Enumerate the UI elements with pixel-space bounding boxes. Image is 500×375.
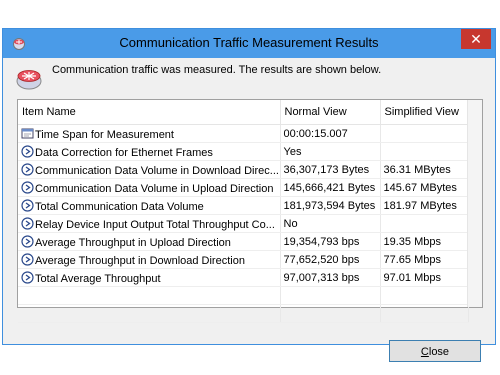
- cell-item-name: Total Average Throughput: [18, 268, 281, 287]
- info-arrow-icon: [21, 252, 34, 266]
- empty-cell: [280, 286, 381, 305]
- cell-normal-view: 00:00:15.007: [280, 124, 381, 143]
- cell-item-name: Communication Data Volume in Download Di…: [18, 160, 281, 179]
- item-name-label: Average Throughput in Upload Direction: [35, 236, 231, 249]
- cell-normal-view: No: [280, 214, 381, 233]
- empty-cell: [18, 286, 281, 305]
- table-row[interactable]: Relay Device Input Output Total Throughp…: [18, 214, 469, 233]
- info-arrow-icon: [21, 180, 34, 194]
- cell-normal-view: 97,007,313 bps: [280, 268, 381, 287]
- item-name-label: Total Communication Data Volume: [35, 200, 204, 213]
- clock-icon: [21, 127, 34, 140]
- empty-cell: [18, 304, 281, 323]
- title-bar[interactable]: Communication Traffic Measurement Result…: [3, 29, 495, 58]
- item-name-label: Average Throughput in Download Direction: [35, 254, 245, 267]
- close-button-mnemonic: C: [420, 346, 429, 358]
- results-table: Item Name Normal View Simplified View Ti…: [18, 100, 469, 323]
- info-arrow-icon: [21, 198, 34, 212]
- empty-table-row: [18, 286, 469, 305]
- cell-normal-view: 145,666,421 Bytes: [280, 178, 381, 197]
- empty-table-row: [18, 304, 469, 323]
- column-header-item-name[interactable]: Item Name: [18, 100, 281, 125]
- table-header-row: Item Name Normal View Simplified View: [18, 100, 469, 125]
- router-icon: [16, 70, 42, 90]
- close-button-label: lose: [428, 346, 450, 358]
- table-row[interactable]: Communication Data Volume in Download Di…: [18, 160, 469, 179]
- cell-normal-view: 36,307,173 Bytes: [280, 160, 381, 179]
- cell-item-name: Average Throughput in Upload Direction: [18, 232, 281, 251]
- cell-item-name: Time Span for Measurement: [18, 124, 281, 143]
- cell-item-name: Total Communication Data Volume: [18, 196, 281, 215]
- cell-simplified-view: 36.31 MBytes: [380, 160, 469, 179]
- window-title: Communication Traffic Measurement Result…: [119, 35, 379, 50]
- results-dialog: Communication Traffic Measurement Result…: [2, 28, 496, 362]
- cell-normal-view: Yes: [280, 142, 381, 161]
- table-row[interactable]: Total Communication Data Volume 181,973,5…: [18, 196, 469, 215]
- info-arrow-icon: [21, 162, 34, 176]
- cell-normal-view: 77,652,520 bps: [280, 250, 381, 269]
- info-arrow-icon: [21, 234, 34, 248]
- cell-item-name: Average Throughput in Download Direction: [18, 250, 281, 269]
- close-icon: ✕: [470, 31, 482, 47]
- window-close-button[interactable]: ✕: [461, 29, 491, 49]
- cell-normal-view: 19,354,793 bps: [280, 232, 381, 251]
- cell-simplified-view: 145.67 MBytes: [380, 178, 469, 197]
- cell-simplified-view: 19.35 Mbps: [380, 232, 469, 251]
- cell-simplified-view: [380, 124, 469, 143]
- cell-simplified-view: [380, 214, 469, 233]
- table-row[interactable]: Communication Data Volume in Upload Dire…: [18, 178, 469, 197]
- info-arrow-icon: [21, 216, 34, 230]
- empty-cell: [380, 304, 469, 323]
- column-header-simplified-view[interactable]: Simplified View: [380, 100, 469, 125]
- dialog-body: Communication traffic was measured. The …: [10, 59, 488, 362]
- cell-item-name: Relay Device Input Output Total Throughp…: [18, 214, 281, 233]
- results-list[interactable]: Item Name Normal View Simplified View Ti…: [17, 99, 483, 323]
- item-name-label: Relay Device Input Output Total Throughp…: [35, 218, 275, 231]
- cell-simplified-view: [380, 142, 469, 161]
- column-header-normal-view[interactable]: Normal View: [280, 100, 381, 125]
- close-button[interactable]: Close: [389, 340, 481, 362]
- item-name-label: Total Average Throughput: [35, 272, 161, 285]
- info-arrow-icon: [21, 270, 34, 284]
- cell-simplified-view: 97.01 Mbps: [380, 268, 469, 287]
- cell-simplified-view: 181.97 MBytes: [380, 196, 469, 215]
- item-name-label: Data Correction for Ethernet Frames: [35, 146, 213, 159]
- empty-cell: [380, 286, 469, 305]
- vertical-scrollbar[interactable]: [467, 100, 482, 307]
- table-row[interactable]: Total Average Throughput 97,007,313 bps 97…: [18, 268, 469, 287]
- item-name-label: Communication Data Volume in Download Di…: [35, 164, 279, 177]
- cell-simplified-view: 77.65 Mbps: [380, 250, 469, 269]
- empty-cell: [280, 304, 381, 323]
- info-arrow-icon: [21, 144, 34, 158]
- table-row[interactable]: Average Throughput in Download Direction…: [18, 250, 469, 269]
- item-name-label: Time Span for Measurement: [35, 128, 174, 141]
- cell-normal-view: 181,973,594 Bytes: [280, 196, 381, 215]
- cell-item-name: Data Correction for Ethernet Frames: [18, 142, 281, 161]
- table-row[interactable]: Average Throughput in Upload Direction 19…: [18, 232, 469, 251]
- result-message: Communication traffic was measured. The …: [52, 64, 382, 76]
- cell-item-name: Communication Data Volume in Upload Dire…: [18, 178, 281, 197]
- table-row[interactable]: Data Correction for Ethernet Frames Yes: [18, 142, 469, 161]
- item-name-label: Communication Data Volume in Upload Dire…: [35, 182, 274, 195]
- table-row[interactable]: Time Span for Measurement 00:00:15.007: [18, 124, 469, 143]
